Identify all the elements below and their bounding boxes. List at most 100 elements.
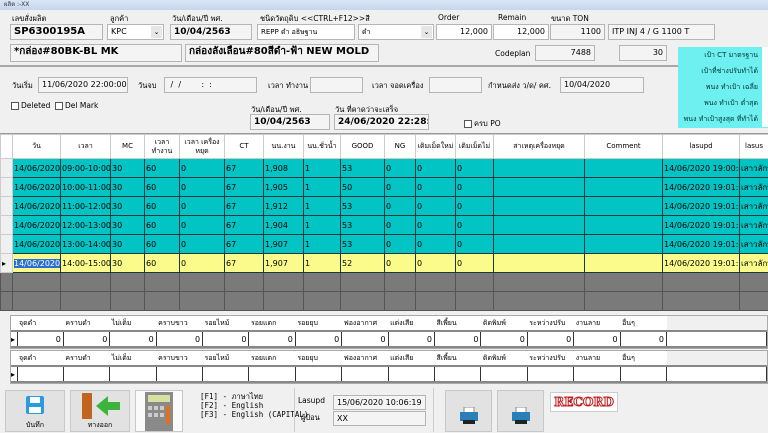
defect-value-field[interactable] <box>249 366 295 382</box>
table-cell[interactable]: 1,907 <box>264 235 304 254</box>
row-indicator[interactable] <box>1 178 13 197</box>
table-cell[interactable]: เสาวลักษ <box>740 159 768 178</box>
table-cell[interactable]: 67 <box>225 159 264 178</box>
table-row[interactable]: 14/06/202010:00-11:0030600671,9051500001… <box>1 178 768 197</box>
table-cell[interactable]: 0 <box>385 159 416 178</box>
table-cell[interactable]: 1 <box>304 235 341 254</box>
column-header[interactable]: วัน <box>13 135 61 159</box>
defect-value-field[interactable]: 0 <box>481 331 527 347</box>
column-header[interactable]: เติมเม็ดใหม่ <box>416 135 456 159</box>
table-row[interactable]: 14/06/202012:00-13:0030600671,9041530001… <box>1 216 768 235</box>
table-cell[interactable]: 0 <box>456 197 494 216</box>
table-cell[interactable] <box>494 197 585 216</box>
table-cell[interactable]: 60 <box>145 216 180 235</box>
defect-value-field[interactable]: 0 <box>342 331 388 347</box>
table-cell[interactable]: 0 <box>456 159 494 178</box>
date-field[interactable]: 10/04/2563 <box>170 24 252 40</box>
table-cell[interactable]: 1,912 <box>264 197 304 216</box>
table-cell[interactable] <box>585 235 663 254</box>
table-cell[interactable]: 1 <box>304 178 341 197</box>
defect-grid-1[interactable]: จุดดำคราบดำไม่เต็มคราบขาวรอยไหม้รอยแตกรอ… <box>10 315 768 349</box>
defect-value-field[interactable] <box>620 366 666 382</box>
column-header[interactable]: GOOD <box>341 135 385 159</box>
table-cell[interactable]: 0 <box>456 235 494 254</box>
table-cell[interactable]: 0 <box>416 235 456 254</box>
column-header[interactable]: NG <box>385 135 416 159</box>
table-cell[interactable]: 0 <box>416 178 456 197</box>
table-cell[interactable]: 0 <box>180 197 225 216</box>
table-cell[interactable]: 0 <box>180 235 225 254</box>
defect-value-field[interactable]: 0 <box>63 331 109 347</box>
defect-value-field[interactable]: 0 <box>295 331 341 347</box>
table-cell[interactable]: 30 <box>111 235 145 254</box>
date2-field[interactable]: 10/04/2563 <box>250 114 330 130</box>
table-cell[interactable]: 67 <box>225 216 264 235</box>
column-header[interactable]: นน.งาน <box>264 135 304 159</box>
table-cell[interactable]: 1 <box>304 216 341 235</box>
table-cell[interactable]: 0 <box>416 197 456 216</box>
work-time-field[interactable] <box>310 77 363 93</box>
defect-value-field[interactable] <box>574 366 620 382</box>
defect-value-field[interactable]: 0 <box>435 331 481 347</box>
remain-field[interactable]: 12,000 <box>493 24 549 40</box>
table-cell[interactable]: เสาวลักษ <box>740 235 768 254</box>
defect-value-field[interactable] <box>156 366 202 382</box>
defect-value-field[interactable] <box>388 366 434 382</box>
table-cell[interactable]: 12:00-13:00 <box>61 216 111 235</box>
column-header[interactable]: MC <box>111 135 145 159</box>
expected-field[interactable]: 24/06/2020 22:28:24 <box>334 114 429 130</box>
table-cell[interactable]: 14/06/2020 <box>13 159 61 178</box>
column-header[interactable]: lasupd <box>663 135 740 159</box>
defect-value-field[interactable]: 0 <box>527 331 573 347</box>
row-indicator[interactable]: ▸ <box>1 254 13 273</box>
table-cell[interactable]: 14/06/2020 19:01:0 <box>663 178 740 197</box>
table-cell[interactable]: 0 <box>385 235 416 254</box>
column-header[interactable]: เวลา ทำงาน <box>145 135 180 159</box>
table-cell[interactable]: 0 <box>385 216 416 235</box>
save-button[interactable]: บันทึก <box>5 390 65 432</box>
doc-no-field[interactable]: SP6300195A <box>10 24 103 40</box>
table-cell[interactable]: 0 <box>180 178 225 197</box>
table-cell[interactable]: 14/06/2020 <box>13 178 61 197</box>
start-field[interactable]: 11/06/2020 22:00:00 <box>38 77 128 93</box>
table-cell[interactable]: 30 <box>111 216 145 235</box>
table-cell[interactable]: เสาวลักษ <box>740 254 768 273</box>
table-cell[interactable]: 0 <box>456 254 494 273</box>
table-cell[interactable]: เสาวลักษ <box>740 197 768 216</box>
table-cell[interactable]: 0 <box>416 159 456 178</box>
production-grid[interactable]: วันเวลาMCเวลา ทำงานเวลา เครื่องหยุดCTนน.… <box>0 133 768 311</box>
table-cell[interactable]: 1,908 <box>264 159 304 178</box>
table-row[interactable]: 14/06/202009:00-10:0030600671,9081530001… <box>1 159 768 178</box>
defect-value-field[interactable] <box>342 366 388 382</box>
defect-value-field[interactable] <box>110 366 156 382</box>
table-cell[interactable]: 09:00-10:00 <box>61 159 111 178</box>
table-cell[interactable]: 50 <box>341 178 385 197</box>
table-cell[interactable] <box>585 216 663 235</box>
table-cell[interactable]: 1,905 <box>264 178 304 197</box>
defect-grid-2[interactable]: จุดดำคราบดำไม่เต็มคราบขาวรอยไหม้รอยแตกรอ… <box>10 350 768 384</box>
defect-value-field[interactable]: 0 <box>156 331 202 347</box>
table-cell[interactable]: 0 <box>416 254 456 273</box>
stop-time-field[interactable] <box>429 77 482 93</box>
calculator-button[interactable] <box>135 390 183 432</box>
column-header[interactable]: สาเหตุเครื่องหยุด <box>494 135 585 159</box>
table-cell[interactable]: 60 <box>145 254 180 273</box>
end-field[interactable]: / / : : <box>164 77 257 93</box>
table-cell[interactable]: 53 <box>341 216 385 235</box>
column-header[interactable]: lasus <box>740 135 768 159</box>
table-cell[interactable]: 14/06/2020 <box>13 216 61 235</box>
table-cell[interactable]: 0 <box>456 178 494 197</box>
defect-value-field[interactable] <box>527 366 573 382</box>
table-cell[interactable]: 14/06/2020 19:01:2 <box>663 216 740 235</box>
defect-value-field[interactable]: 0 <box>17 331 63 347</box>
table-cell[interactable]: 53 <box>341 159 385 178</box>
table-cell[interactable] <box>585 178 663 197</box>
table-cell[interactable]: 53 <box>341 197 385 216</box>
table-cell[interactable]: 1,904 <box>264 216 304 235</box>
table-cell[interactable]: 1,907 <box>264 254 304 273</box>
table-row[interactable]: 14/06/202013:00-14:0030600671,9071530001… <box>1 235 768 254</box>
defect-value-field[interactable] <box>481 366 527 382</box>
table-cell[interactable]: 52 <box>341 254 385 273</box>
defect-value-field[interactable]: 0 <box>110 331 156 347</box>
table-cell[interactable]: 60 <box>145 178 180 197</box>
